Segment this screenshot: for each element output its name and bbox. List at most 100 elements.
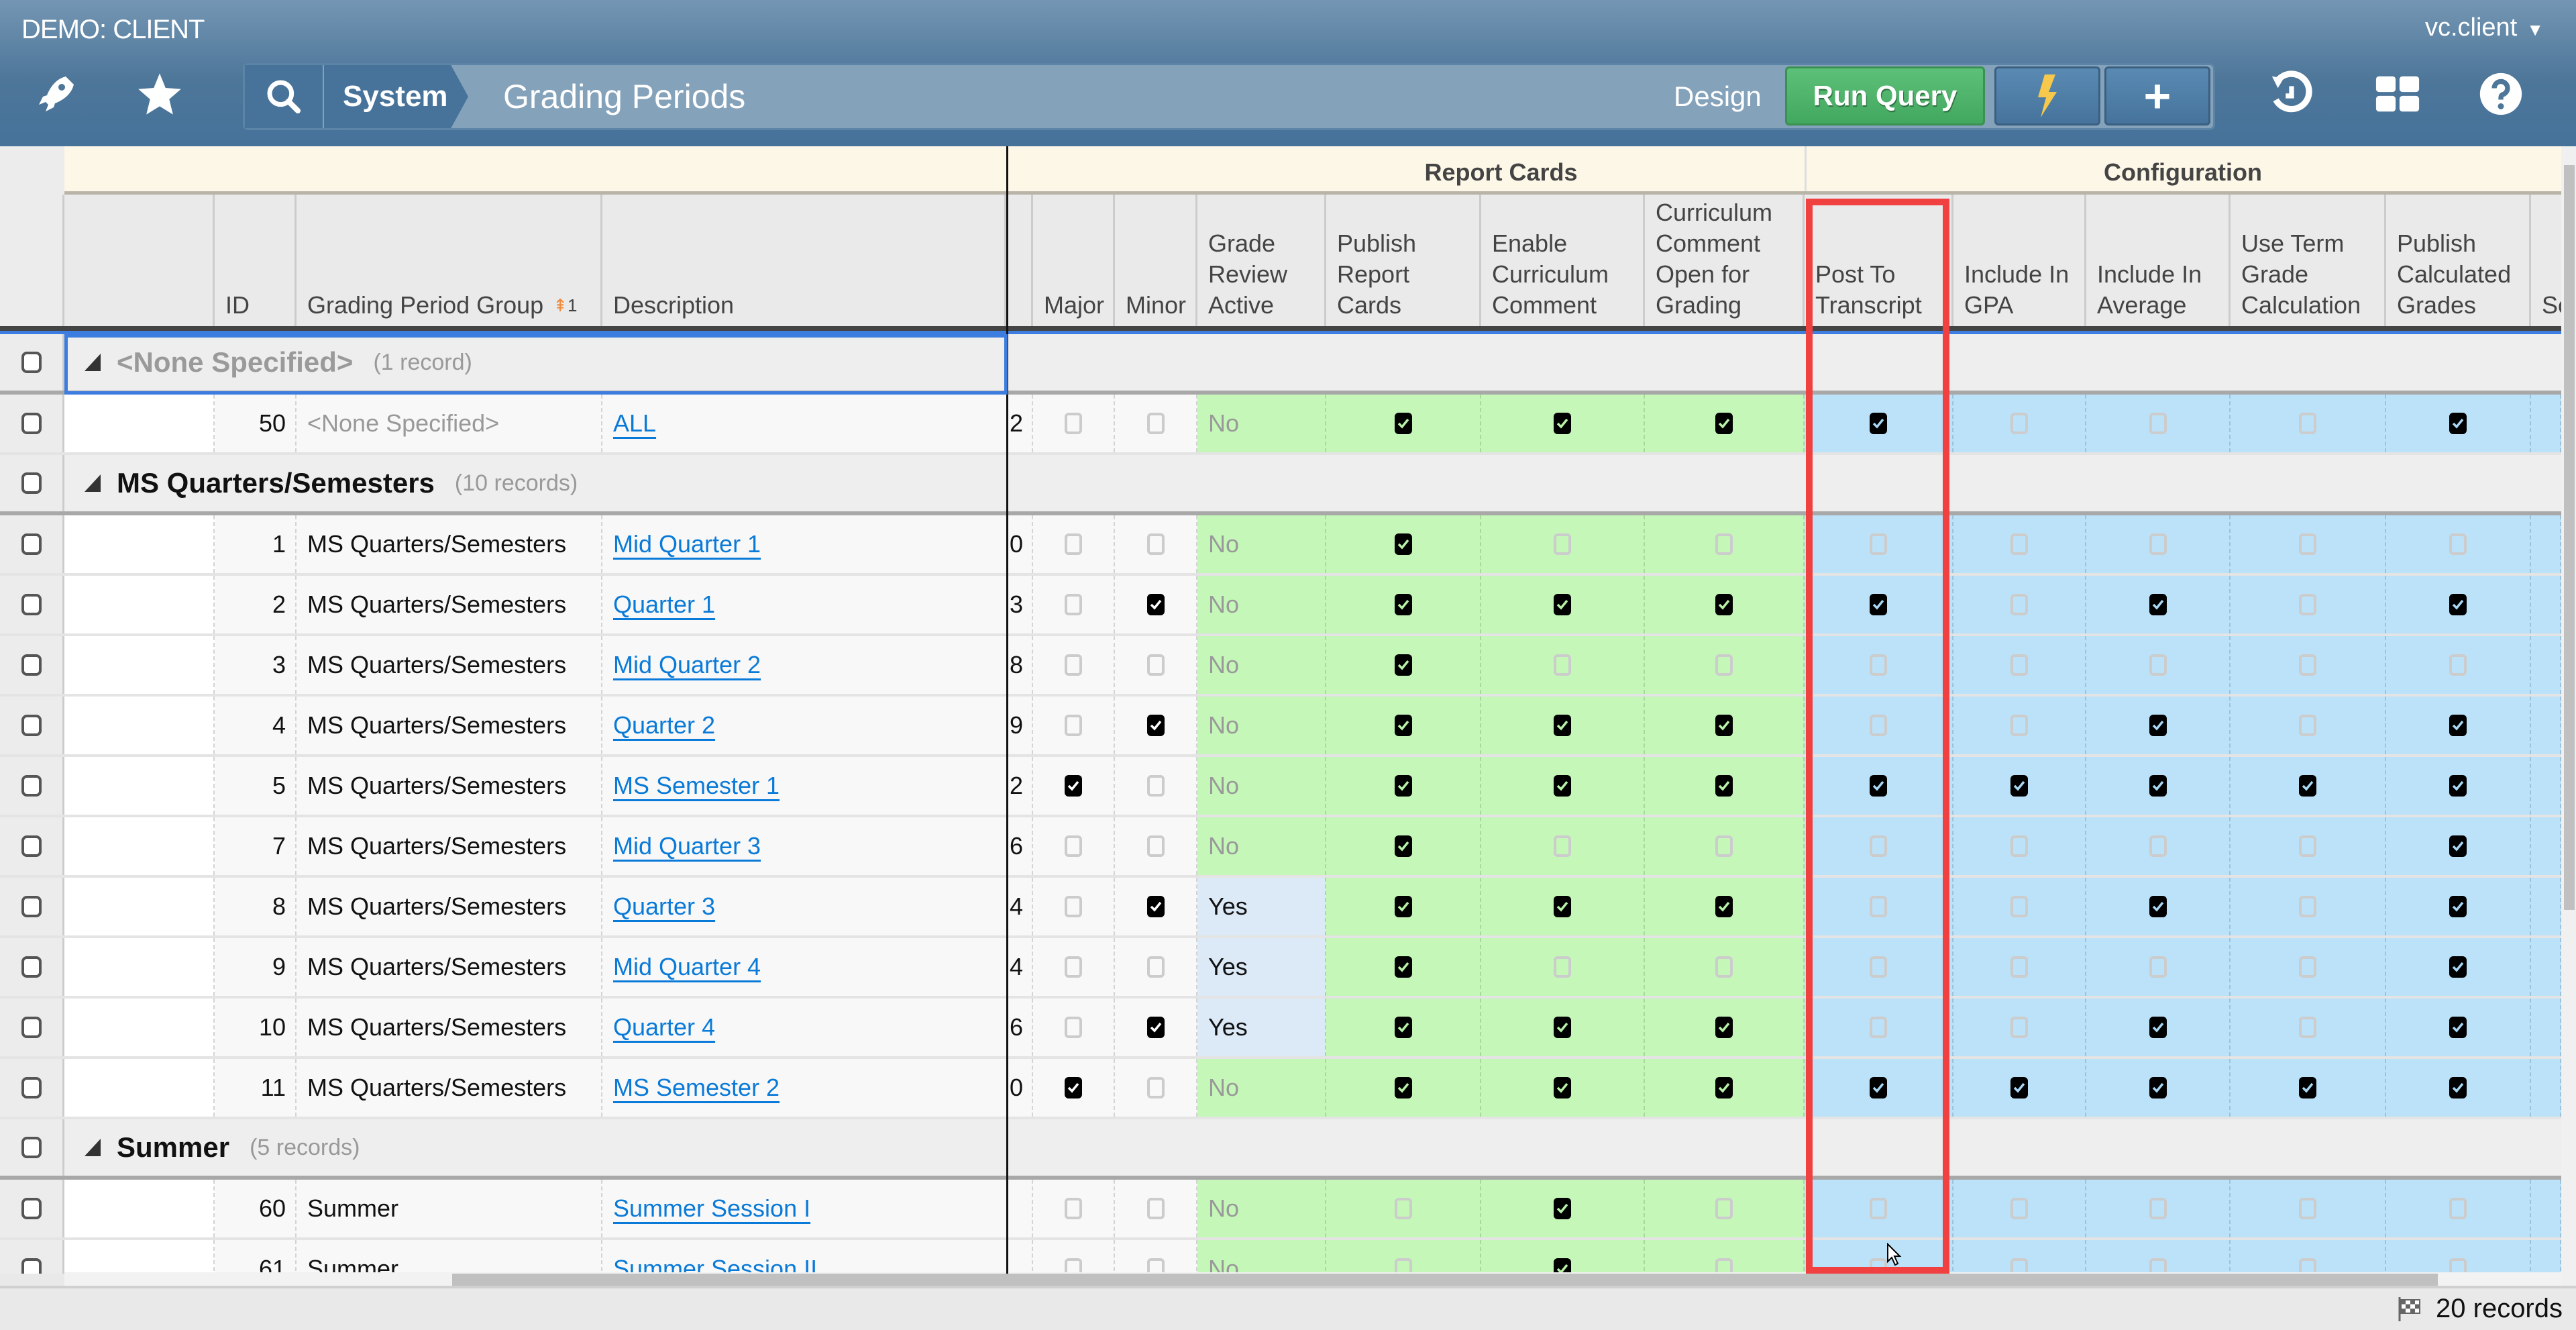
unchecked-checkbox[interactable] <box>1146 654 1165 676</box>
row-select-cell[interactable] <box>0 334 64 391</box>
header-post-to-transcript[interactable]: Post To Transcript <box>1805 195 1953 326</box>
checked-checkbox[interactable] <box>1870 1077 1887 1098</box>
horizontal-scroll-thumb[interactable] <box>452 1274 2438 1286</box>
row-select-cell[interactable] <box>0 1240 64 1274</box>
checked-checkbox[interactable] <box>1870 594 1887 615</box>
unchecked-checkbox[interactable] <box>2299 956 2316 978</box>
checked-checkbox[interactable] <box>2449 1077 2467 1098</box>
unchecked-checkbox[interactable] <box>1554 533 1571 555</box>
select-checkbox[interactable] <box>21 1198 42 1219</box>
unchecked-checkbox[interactable] <box>1065 1258 1082 1274</box>
header-description[interactable]: Description <box>602 195 1006 326</box>
checked-checkbox[interactable] <box>2149 1077 2167 1098</box>
unchecked-checkbox[interactable] <box>2149 533 2167 555</box>
header-curriculum-comment-open[interactable]: Curriculum Comment Open for Grading <box>1645 195 1805 326</box>
checked-checkbox[interactable] <box>1715 715 1733 736</box>
checked-checkbox[interactable] <box>1554 1198 1571 1219</box>
table-row[interactable]: 10 MS Quarters/Semesters Quarter 4 6 Yes <box>0 999 2561 1059</box>
table-row[interactable]: 5 MS Quarters/Semesters MS Semester 1 2 No <box>0 757 2561 817</box>
checked-checkbox[interactable] <box>1394 413 1412 434</box>
select-checkbox[interactable] <box>21 715 42 736</box>
checked-checkbox[interactable] <box>2449 835 2467 857</box>
checked-checkbox[interactable] <box>2010 1077 2028 1098</box>
checked-checkbox[interactable] <box>1554 1258 1571 1274</box>
unchecked-checkbox[interactable] <box>1065 654 1082 676</box>
checked-checkbox[interactable] <box>1065 775 1082 797</box>
table-row[interactable]: 50 <None Specified> ALL 2 No <box>0 395 2561 455</box>
checked-checkbox[interactable] <box>1146 896 1165 917</box>
description-link[interactable]: Summer Session I <box>613 1194 810 1223</box>
unchecked-checkbox[interactable] <box>2010 956 2028 978</box>
unchecked-checkbox[interactable] <box>1554 956 1571 978</box>
table-row[interactable]: 2 MS Quarters/Semesters Quarter 1 3 No <box>0 576 2561 636</box>
select-checkbox[interactable] <box>21 594 42 615</box>
header-use-term-grade-calc[interactable]: Use Term Grade Calculation <box>2231 195 2386 326</box>
unchecked-checkbox[interactable] <box>2449 1258 2467 1274</box>
unchecked-checkbox[interactable] <box>2149 413 2167 434</box>
checked-checkbox[interactable] <box>1065 1077 1082 1098</box>
unchecked-checkbox[interactable] <box>2010 533 2028 555</box>
header-enable-curriculum-comment[interactable]: Enable Curriculum Comment <box>1481 195 1645 326</box>
search-button[interactable] <box>245 65 324 128</box>
unchecked-checkbox[interactable] <box>1146 533 1165 555</box>
header-publish-report-cards[interactable]: Publish Report Cards <box>1326 195 1481 326</box>
description-link[interactable]: Mid Quarter 1 <box>613 530 761 558</box>
header-minor[interactable]: Minor <box>1115 195 1197 326</box>
unchecked-checkbox[interactable] <box>2299 654 2316 676</box>
select-checkbox[interactable] <box>21 533 42 555</box>
checked-checkbox[interactable] <box>1554 1017 1571 1038</box>
unchecked-checkbox[interactable] <box>1146 1077 1165 1098</box>
row-select-cell[interactable] <box>0 395 64 452</box>
row-select-cell[interactable] <box>0 1119 64 1176</box>
row-select-cell[interactable] <box>0 455 64 511</box>
unchecked-checkbox[interactable] <box>1065 533 1082 555</box>
select-checkbox[interactable] <box>21 472 42 494</box>
checked-checkbox[interactable] <box>1146 1017 1165 1038</box>
header-partial-column[interactable]: Sc <box>2531 195 2561 326</box>
description-link[interactable]: Summer Session II <box>613 1255 817 1274</box>
unchecked-checkbox[interactable] <box>1870 956 1887 978</box>
checked-checkbox[interactable] <box>2010 775 2028 797</box>
select-checkbox[interactable] <box>21 956 42 978</box>
unchecked-checkbox[interactable] <box>2010 1258 2028 1274</box>
table-row[interactable]: 7 MS Quarters/Semesters Mid Quarter 3 6 No <box>0 817 2561 878</box>
unchecked-checkbox[interactable] <box>2299 1258 2316 1274</box>
group-row[interactable]: Summer (5 records) <box>0 1119 2561 1180</box>
select-checkbox[interactable] <box>21 352 42 373</box>
header-major[interactable]: Major <box>1033 195 1115 326</box>
checked-checkbox[interactable] <box>2449 1017 2467 1038</box>
group-label[interactable]: MS Quarters/Semesters (10 records) <box>85 455 578 511</box>
row-select-cell[interactable] <box>0 757 64 815</box>
description-link[interactable]: Mid Quarter 4 <box>613 953 761 981</box>
collapse-triangle-icon[interactable] <box>85 474 101 492</box>
checked-checkbox[interactable] <box>2449 594 2467 615</box>
checked-checkbox[interactable] <box>2149 715 2167 736</box>
unchecked-checkbox[interactable] <box>1065 413 1082 434</box>
unchecked-checkbox[interactable] <box>2010 715 2028 736</box>
select-checkbox[interactable] <box>21 1137 42 1158</box>
checked-checkbox[interactable] <box>1394 956 1412 978</box>
header-publish-calculated-grades[interactable]: Publish Calculated Grades <box>2386 195 2531 326</box>
description-link[interactable]: Mid Quarter 2 <box>613 651 761 679</box>
description-link[interactable]: ALL <box>613 409 656 438</box>
unchecked-checkbox[interactable] <box>1554 654 1571 676</box>
table-row[interactable]: 8 MS Quarters/Semesters Quarter 3 4 Yes <box>0 878 2561 938</box>
checked-checkbox[interactable] <box>1554 896 1571 917</box>
row-select-cell[interactable] <box>0 515 64 573</box>
select-checkbox[interactable] <box>21 1258 42 1274</box>
design-button[interactable]: Design <box>1674 65 1762 128</box>
checked-checkbox[interactable] <box>1394 775 1412 797</box>
header-group[interactable]: Grading Period Group ⇞1 <box>297 195 602 326</box>
unchecked-checkbox[interactable] <box>2149 654 2167 676</box>
checked-checkbox[interactable] <box>1394 654 1412 676</box>
unchecked-checkbox[interactable] <box>2449 533 2467 555</box>
unchecked-checkbox[interactable] <box>2299 835 2316 857</box>
row-select-cell[interactable] <box>0 817 64 875</box>
header-id[interactable]: ID <box>215 195 297 326</box>
unchecked-checkbox[interactable] <box>2149 1198 2167 1219</box>
row-select-cell[interactable] <box>0 938 64 996</box>
unchecked-checkbox[interactable] <box>2299 413 2316 434</box>
select-checkbox[interactable] <box>21 835 42 857</box>
run-query-button[interactable]: Run Query <box>1785 66 1985 125</box>
group-label[interactable]: Summer (5 records) <box>85 1119 360 1176</box>
